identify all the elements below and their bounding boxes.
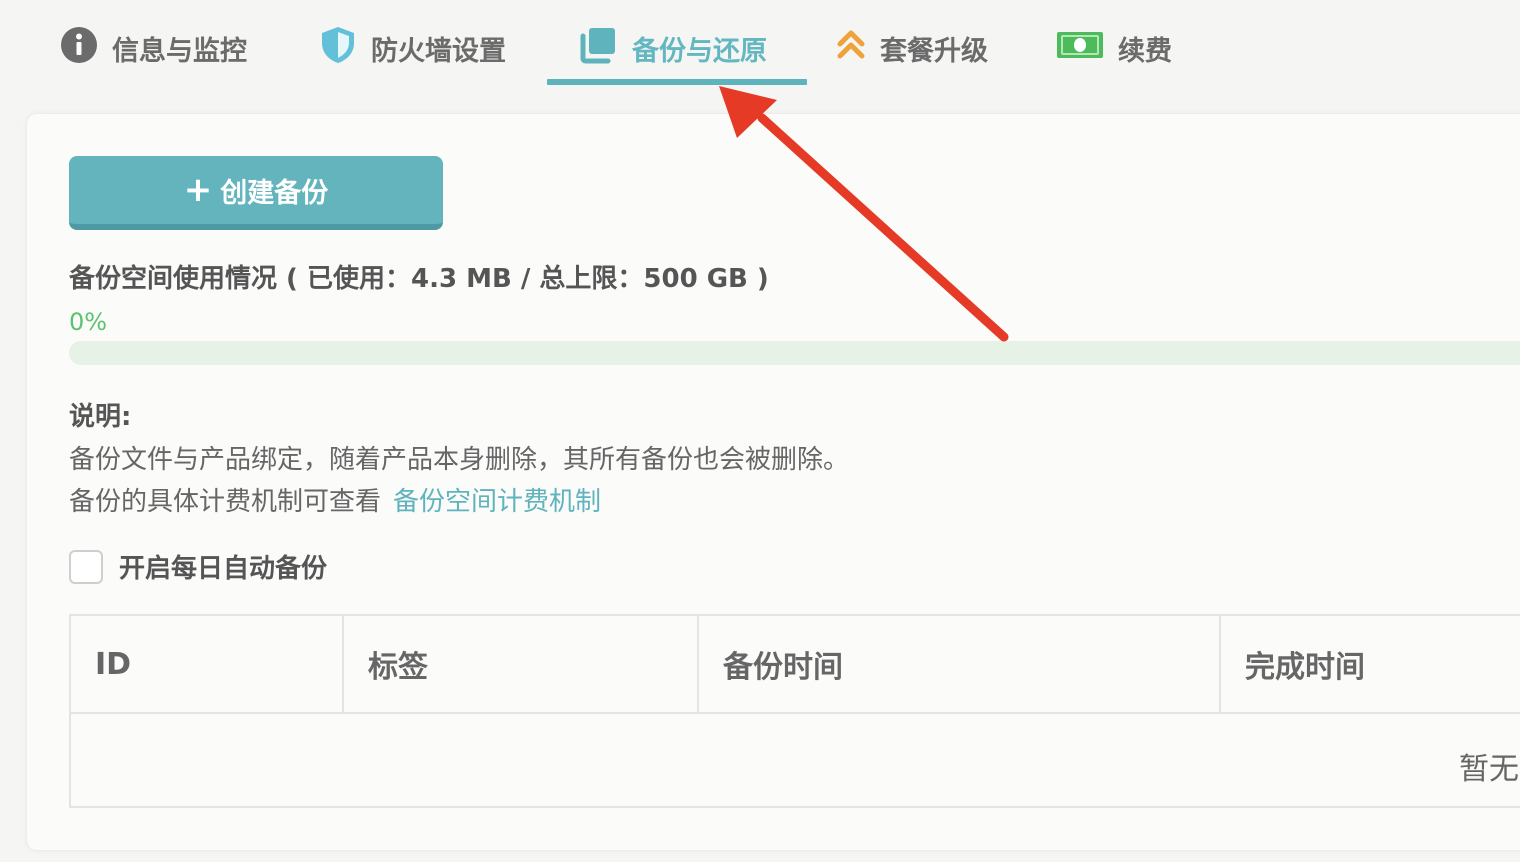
note-title: 说明: xyxy=(69,402,132,432)
tab-label: 续费 xyxy=(1118,35,1172,67)
note-line-1: 备份文件与产品绑定，随着产品本身删除，其所有备份也会被删除。 xyxy=(69,445,850,475)
tab-firewall[interactable]: 防火墙设置 xyxy=(319,24,506,72)
backup-usage-text: 备份空间使用情况 ( 已使用：4.3 MB / 总上限：500 GB ) xyxy=(69,264,769,294)
copy-icon xyxy=(578,25,618,72)
double-chevron-up-icon xyxy=(836,28,866,69)
table-header-divider xyxy=(71,712,1520,714)
tab-label: 备份与还原 xyxy=(632,35,767,67)
note-line-2-text: 备份的具体计费机制可查看 xyxy=(69,487,382,517)
tab-label: 防火墙设置 xyxy=(371,35,506,67)
auto-backup-checkbox[interactable] xyxy=(69,549,103,584)
tab-bar: 信息与监控 防火墙设置 备份与还原 套餐升级 续费 xyxy=(0,0,1520,90)
usage-percent: 0% xyxy=(69,308,108,336)
money-icon xyxy=(1056,30,1104,67)
column-header-tag: 标签 xyxy=(344,616,699,712)
empty-table-text: 暂无 xyxy=(1459,752,1519,787)
tab-label: 信息与监控 xyxy=(112,35,247,67)
column-header-id: ID xyxy=(71,616,344,712)
usage-progress-bar xyxy=(69,341,1520,365)
auto-backup-row: 开启每日自动备份 xyxy=(69,548,327,585)
tab-renew[interactable]: 续费 xyxy=(1056,24,1172,72)
shield-icon xyxy=(319,25,357,72)
tab-info-monitor[interactable]: 信息与监控 xyxy=(60,24,247,72)
column-header-backup-time: 备份时间 xyxy=(699,616,1221,712)
column-header-finish-time: 完成时间 xyxy=(1245,650,1365,685)
backup-table: ID 标签 备份时间 完成时间 暂无 xyxy=(69,614,1520,808)
create-backup-label: 创建备份 xyxy=(220,177,329,209)
tab-backup-restore[interactable]: 备份与还原 xyxy=(578,24,767,72)
tab-plan-upgrade[interactable]: 套餐升级 xyxy=(836,24,988,72)
tab-label: 套餐升级 xyxy=(880,35,988,67)
plus-icon: + xyxy=(183,170,213,210)
create-backup-button[interactable]: + 创建备份 xyxy=(69,156,443,230)
auto-backup-label: 开启每日自动备份 xyxy=(119,554,328,584)
billing-mechanism-link[interactable]: 备份空间计费机制 xyxy=(393,487,601,517)
note-line-2: 备份的具体计费机制可查看 备份空间计费机制 xyxy=(69,481,601,518)
active-tab-indicator xyxy=(547,79,807,85)
info-icon xyxy=(60,26,98,71)
